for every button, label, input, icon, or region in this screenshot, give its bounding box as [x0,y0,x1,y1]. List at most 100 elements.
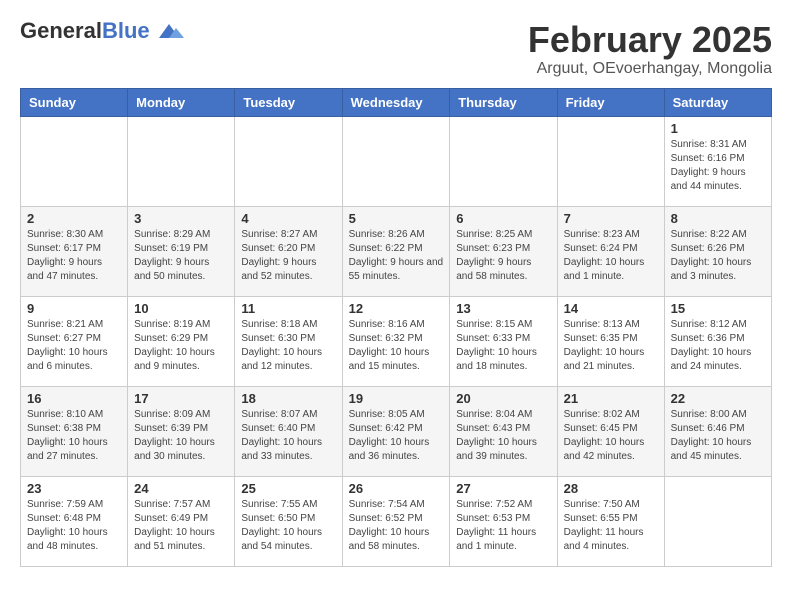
day-number: 23 [27,481,121,496]
calendar-week-row: 2 Sunrise: 8:30 AM Sunset: 6:17 PM Daylig… [21,206,772,296]
day-number: 25 [241,481,335,496]
day-info: Sunrise: 8:12 AM Sunset: 6:36 PM Dayligh… [671,318,765,374]
calendar-day-21: 21 Sunrise: 8:02 AM Sunset: 6:45 PM Dayli… [557,386,664,476]
day-info: Sunrise: 8:18 AM Sunset: 6:30 PM Dayligh… [241,318,335,374]
day-number: 14 [564,301,658,316]
day-info: Sunrise: 8:15 AM Sunset: 6:33 PM Dayligh… [456,318,550,374]
day-info: Sunrise: 8:09 AM Sunset: 6:39 PM Dayligh… [134,408,228,464]
day-number: 22 [671,391,765,406]
calendar-day-7: 7 Sunrise: 8:23 AM Sunset: 6:24 PM Daylig… [557,206,664,296]
day-number: 6 [456,211,550,226]
day-number: 1 [671,121,765,136]
calendar-day-19: 19 Sunrise: 8:05 AM Sunset: 6:42 PM Dayli… [342,386,450,476]
day-info: Sunrise: 7:50 AM Sunset: 6:55 PM Dayligh… [564,498,658,554]
day-info: Sunrise: 8:05 AM Sunset: 6:42 PM Dayligh… [349,408,444,464]
calendar-week-row: 1 Sunrise: 8:31 AM Sunset: 6:16 PM Daylig… [21,116,772,206]
header-wednesday: Wednesday [342,88,450,116]
calendar-header-row: SundayMondayTuesdayWednesdayThursdayFrid… [21,88,772,116]
calendar-table: SundayMondayTuesdayWednesdayThursdayFrid… [20,88,772,567]
day-number: 21 [564,391,658,406]
title-section: February 2025 Arguut, OEvoerhangay, Mong… [528,20,772,78]
calendar-day-23: 23 Sunrise: 7:59 AM Sunset: 6:48 PM Dayli… [21,476,128,566]
header-thursday: Thursday [450,88,557,116]
header-monday: Monday [128,88,235,116]
calendar-day-16: 16Sunrise: 8:10 AM Sunset: 6:38 PM Dayli… [21,386,128,476]
header-friday: Friday [557,88,664,116]
day-number: 9 [27,301,121,316]
header-tuesday: Tuesday [235,88,342,116]
calendar-day-8: 8 Sunrise: 8:22 AM Sunset: 6:26 PM Daylig… [664,206,771,296]
day-info: Sunrise: 8:29 AM Sunset: 6:19 PM Dayligh… [134,228,228,284]
day-number: 16 [27,391,121,406]
day-info: Sunrise: 8:23 AM Sunset: 6:24 PM Dayligh… [564,228,658,284]
empty-cell [342,116,450,206]
empty-cell [128,116,235,206]
day-number: 13 [456,301,550,316]
logo-icon [154,20,184,42]
calendar-day-20: 20 Sunrise: 8:04 AM Sunset: 6:43 PM Dayli… [450,386,557,476]
calendar-week-row: 23 Sunrise: 7:59 AM Sunset: 6:48 PM Dayli… [21,476,772,566]
header: GeneralBlue February 2025 Arguut, OEvoer… [20,20,772,78]
month-year-title: February 2025 [528,20,772,60]
day-info: Sunrise: 8:25 AM Sunset: 6:23 PM Dayligh… [456,228,550,284]
day-info: Sunrise: 8:31 AM Sunset: 6:16 PM Dayligh… [671,138,765,194]
day-number: 8 [671,211,765,226]
empty-cell [450,116,557,206]
calendar-day-17: 17 Sunrise: 8:09 AM Sunset: 6:39 PM Dayli… [128,386,235,476]
calendar-day-28: 28 Sunrise: 7:50 AM Sunset: 6:55 PM Dayli… [557,476,664,566]
day-info: Sunrise: 8:26 AM Sunset: 6:22 PM Dayligh… [349,228,444,284]
day-number: 26 [349,481,444,496]
day-info: Sunrise: 7:59 AM Sunset: 6:48 PM Dayligh… [27,498,121,554]
calendar-day-2: 2 Sunrise: 8:30 AM Sunset: 6:17 PM Daylig… [21,206,128,296]
day-number: 3 [134,211,228,226]
calendar-day-15: 15 Sunrise: 8:12 AM Sunset: 6:36 PM Dayli… [664,296,771,386]
logo-text: GeneralBlue [20,20,150,42]
day-number: 17 [134,391,228,406]
empty-cell [664,476,771,566]
day-number: 2 [27,211,121,226]
calendar-day-14: 14Sunrise: 8:13 AM Sunset: 6:35 PM Dayli… [557,296,664,386]
calendar-week-row: 9 Sunrise: 8:21 AM Sunset: 6:27 PM Daylig… [21,296,772,386]
calendar-day-25: 25 Sunrise: 7:55 AM Sunset: 6:50 PM Dayli… [235,476,342,566]
day-number: 12 [349,301,444,316]
day-number: 19 [349,391,444,406]
day-info: Sunrise: 8:04 AM Sunset: 6:43 PM Dayligh… [456,408,550,464]
calendar-day-3: 3 Sunrise: 8:29 AM Sunset: 6:19 PM Daylig… [128,206,235,296]
location-subtitle: Arguut, OEvoerhangay, Mongolia [528,60,772,78]
day-number: 15 [671,301,765,316]
day-info: Sunrise: 8:27 AM Sunset: 6:20 PM Dayligh… [241,228,335,284]
day-info: Sunrise: 8:07 AM Sunset: 6:40 PM Dayligh… [241,408,335,464]
day-info: Sunrise: 7:52 AM Sunset: 6:53 PM Dayligh… [456,498,550,554]
day-info: Sunrise: 8:22 AM Sunset: 6:26 PM Dayligh… [671,228,765,284]
calendar-day-1: 1 Sunrise: 8:31 AM Sunset: 6:16 PM Daylig… [664,116,771,206]
calendar-day-6: 6 Sunrise: 8:25 AM Sunset: 6:23 PM Daylig… [450,206,557,296]
calendar-day-9: 9 Sunrise: 8:21 AM Sunset: 6:27 PM Daylig… [21,296,128,386]
calendar-day-5: 5Sunrise: 8:26 AM Sunset: 6:22 PM Daylig… [342,206,450,296]
calendar-day-11: 11 Sunrise: 8:18 AM Sunset: 6:30 PM Dayli… [235,296,342,386]
calendar-day-12: 12 Sunrise: 8:16 AM Sunset: 6:32 PM Dayli… [342,296,450,386]
calendar-day-24: 24Sunrise: 7:57 AM Sunset: 6:49 PM Dayli… [128,476,235,566]
day-info: Sunrise: 8:21 AM Sunset: 6:27 PM Dayligh… [27,318,121,374]
day-number: 10 [134,301,228,316]
calendar-day-13: 13 Sunrise: 8:15 AM Sunset: 6:33 PM Dayli… [450,296,557,386]
day-info: Sunrise: 8:30 AM Sunset: 6:17 PM Dayligh… [27,228,121,284]
calendar-day-26: 26 Sunrise: 7:54 AM Sunset: 6:52 PM Dayli… [342,476,450,566]
day-info: Sunrise: 8:19 AM Sunset: 6:29 PM Dayligh… [134,318,228,374]
calendar-week-row: 16Sunrise: 8:10 AM Sunset: 6:38 PM Dayli… [21,386,772,476]
day-number: 27 [456,481,550,496]
empty-cell [235,116,342,206]
day-info: Sunrise: 7:54 AM Sunset: 6:52 PM Dayligh… [349,498,444,554]
day-info: Sunrise: 7:55 AM Sunset: 6:50 PM Dayligh… [241,498,335,554]
day-info: Sunrise: 8:16 AM Sunset: 6:32 PM Dayligh… [349,318,444,374]
day-number: 28 [564,481,658,496]
empty-cell [557,116,664,206]
day-number: 18 [241,391,335,406]
day-number: 11 [241,301,335,316]
day-number: 20 [456,391,550,406]
day-info: Sunrise: 8:02 AM Sunset: 6:45 PM Dayligh… [564,408,658,464]
calendar-day-27: 27 Sunrise: 7:52 AM Sunset: 6:53 PM Dayli… [450,476,557,566]
empty-cell [21,116,128,206]
day-number: 7 [564,211,658,226]
calendar-day-4: 4Sunrise: 8:27 AM Sunset: 6:20 PM Daylig… [235,206,342,296]
logo: GeneralBlue [20,20,184,42]
